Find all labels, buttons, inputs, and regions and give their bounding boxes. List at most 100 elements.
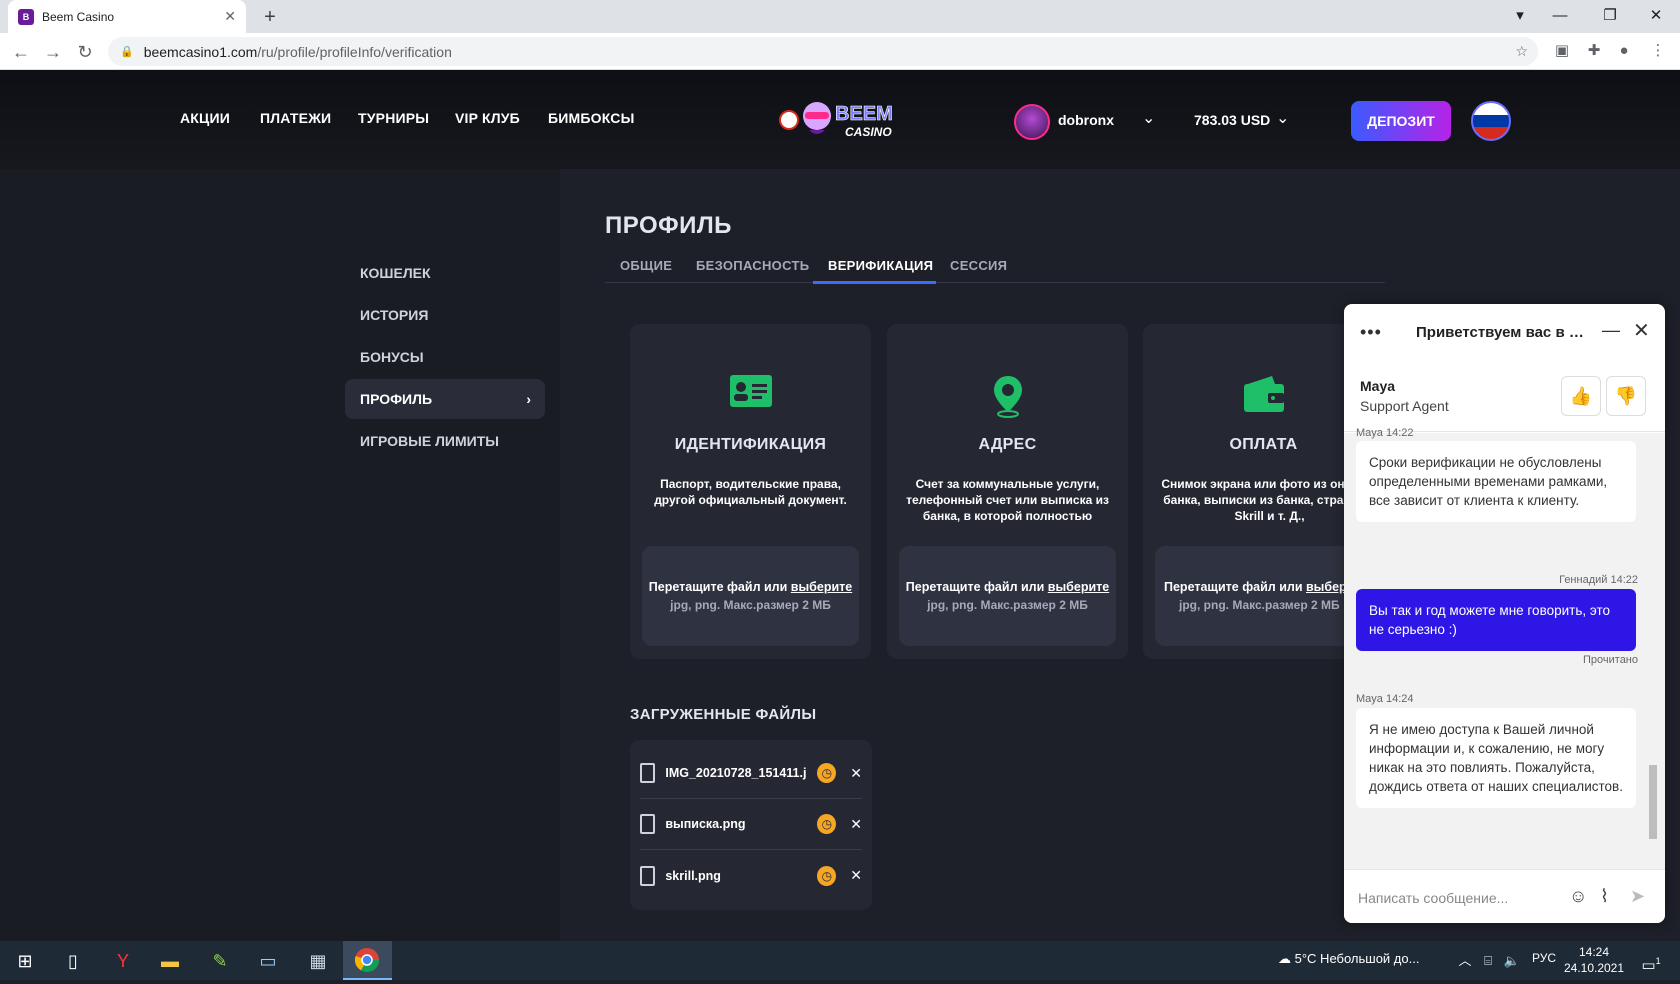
chrome-icon — [354, 948, 379, 973]
tray-chevron-up-icon[interactable]: ︿ — [1455, 948, 1475, 974]
agent-name: Maya — [1360, 378, 1396, 394]
nav-tournaments[interactable]: ТУРНИРЫ — [358, 110, 429, 126]
file-dropzone[interactable]: Перетащите файл или выберите jpg, png. М… — [642, 546, 859, 646]
message-meta: Геннадий 14:22 — [1559, 574, 1638, 586]
task-view-icon[interactable]: ▯ — [58, 948, 88, 974]
forward-arrow-icon[interactable]: → — [40, 39, 66, 65]
tab-general[interactable]: ОБЩИЕ — [620, 258, 672, 273]
avatar[interactable] — [1014, 104, 1050, 140]
restore-icon[interactable]: ❐ — [1590, 4, 1630, 28]
sidebar-item-label: ИСТОРИЯ — [360, 307, 429, 323]
thumbs-down-icon[interactable]: 👎 — [1606, 376, 1646, 416]
nav-beemboxes[interactable]: БИМБОКСЫ — [548, 110, 635, 126]
window-close-icon[interactable]: ✕ — [1636, 4, 1676, 28]
nav-vip-club[interactable]: VIP КЛУБ — [455, 110, 520, 126]
notification-count: 1 — [1655, 956, 1661, 966]
nav-payments[interactable]: ПЛАТЕЖИ — [260, 110, 331, 126]
windows-start-icon[interactable]: ⊞ — [10, 948, 40, 974]
chrome-taskbar-button[interactable] — [343, 941, 392, 980]
sidebar-item-label: БОНУСЫ — [360, 349, 424, 365]
cloud-icon: ☁ — [1278, 951, 1291, 966]
file-name: skrill.png — [665, 868, 721, 883]
clock-date: 24.10.2021 — [1563, 961, 1625, 975]
tab-verification[interactable]: ВЕРИФИКАЦИЯ — [828, 258, 933, 273]
sidebar-item-game-limits[interactable]: ИГРОВЫЕ ЛИМИТЫ — [345, 421, 545, 461]
message-meta: Maya 14:24 — [1356, 693, 1414, 705]
scrollbar-thumb[interactable] — [1649, 765, 1657, 839]
chat-input-bar: Написать сообщение... ☺ ⌇ ➤ — [1344, 869, 1665, 923]
beem-casino-logo[interactable]: BEEM CASINO — [773, 98, 909, 142]
sidebar-item-history[interactable]: ИСТОРИЯ — [345, 295, 545, 335]
emoji-icon[interactable]: ☺ — [1569, 886, 1587, 907]
volume-icon[interactable]: 🔈 — [1502, 948, 1522, 974]
tab-active-indicator — [813, 281, 936, 284]
sidebar-item-profile[interactable]: ПРОФИЛЬ › — [345, 379, 545, 419]
input-language[interactable]: РУС — [1532, 951, 1556, 965]
thumbs-up-icon[interactable]: 👍 — [1561, 376, 1601, 416]
chat-scrollbar[interactable] — [1647, 435, 1659, 867]
choose-file-link[interactable]: выберите — [1306, 580, 1344, 594]
tab-session[interactable]: СЕССИЯ — [950, 258, 1007, 273]
dropzone-text: Перетащите файл или — [1164, 580, 1303, 594]
file-dropzone[interactable]: Перетащите файл или выберите jpg, png. М… — [899, 546, 1116, 646]
paint-icon[interactable]: ✎ — [205, 948, 235, 974]
notifications-icon[interactable]: ▭1 — [1638, 948, 1664, 974]
yandex-browser-icon[interactable]: Y — [108, 948, 138, 974]
sidebar-item-label: ИГРОВЫЕ ЛИМИТЫ — [360, 433, 499, 449]
remove-file-icon[interactable]: ✕ — [850, 867, 862, 884]
tab-security[interactable]: БЕЗОПАСНОСТЬ — [696, 258, 809, 273]
choose-file-link[interactable]: выберите — [1048, 580, 1109, 594]
pending-clock-icon: ◷ — [817, 865, 837, 886]
dropzone-hint: jpg, png. Макс.размер 2 МБ — [1179, 598, 1340, 612]
page-title: ПРОФИЛЬ — [605, 212, 732, 239]
extension-icon[interactable]: ▣ — [1552, 41, 1572, 61]
browser-tab[interactable]: B Beem Casino ✕ — [8, 0, 246, 33]
message-input[interactable]: Написать сообщение... — [1358, 890, 1508, 906]
choose-file-link[interactable]: выберите — [791, 580, 852, 594]
back-arrow-icon[interactable]: ← — [8, 39, 34, 65]
more-options-icon[interactable]: ••• — [1360, 322, 1382, 343]
minimize-icon[interactable]: — — [1540, 4, 1580, 28]
reload-icon[interactable]: ↻ — [72, 39, 98, 65]
tab-search-icon[interactable]: ▾ — [1500, 4, 1540, 28]
logo-wordmark-bottom: CASINO — [845, 125, 892, 139]
russian-flag-icon[interactable] — [1471, 101, 1511, 141]
attach-paperclip-icon[interactable]: ⌇ — [1600, 886, 1609, 907]
remove-file-icon[interactable]: ✕ — [850, 765, 862, 782]
chevron-down-icon[interactable]: ⌄ — [1142, 108, 1155, 128]
card-title: АДРЕС — [978, 436, 1037, 453]
bookmark-star-icon[interactable]: ☆ — [1515, 43, 1528, 60]
username[interactable]: dobronx — [1058, 112, 1114, 128]
deposit-button[interactable]: ДЕПОЗИТ — [1351, 101, 1451, 141]
document-icon — [640, 814, 656, 834]
send-icon[interactable]: ➤ — [1630, 886, 1645, 907]
remove-file-icon[interactable]: ✕ — [850, 816, 862, 833]
uploaded-files-list: IMG_20210728_151411.jpg ◷ ✕ выписка.png … — [630, 740, 872, 910]
sidebar-item-wallet[interactable]: КОШЕЛЕК — [345, 253, 545, 293]
minimize-chat-icon[interactable]: — — [1602, 320, 1620, 341]
file-dropzone[interactable]: Перетащите файл или выберите jpg, png. М… — [1155, 546, 1344, 646]
weather-widget[interactable]: ☁ 5°C Небольшой до... — [1278, 951, 1419, 967]
balance[interactable]: 783.03 USD — [1194, 112, 1270, 128]
dropzone-text: Перетащите файл или — [648, 580, 788, 594]
sidebar-item-label: КОШЕЛЕК — [360, 265, 431, 281]
location-pin-icon — [887, 374, 1128, 420]
sidebar-item-bonuses[interactable]: БОНУСЫ — [345, 337, 545, 377]
tab-close-icon[interactable]: ✕ — [224, 8, 236, 25]
chevron-down-icon[interactable]: ⌄ — [1276, 108, 1289, 128]
calculator-icon[interactable]: ▦ — [303, 948, 333, 974]
nav-promotions[interactable]: АКЦИИ — [180, 110, 230, 126]
list-item: выписка.png ◷ ✕ — [640, 799, 862, 850]
verification-card-payment: ОПЛАТА Снимок экрана или фото из онлайн-… — [1143, 324, 1378, 659]
menu-kebab-icon[interactable]: ⋮ — [1648, 41, 1668, 61]
profile-icon[interactable]: ● — [1614, 41, 1634, 61]
puzzle-icon[interactable]: ✚ — [1584, 41, 1604, 61]
site-favicon-icon: B — [18, 8, 34, 25]
remote-desktop-icon[interactable]: ▭ — [253, 948, 283, 974]
file-explorer-icon[interactable]: ▬ — [155, 948, 185, 974]
network-icon[interactable]: ⌸ — [1478, 948, 1498, 974]
system-clock[interactable]: 14:24 24.10.2021 — [1562, 944, 1626, 976]
address-bar[interactable]: 🔒 beemcasino1.com/ru/profile/profileInfo… — [108, 37, 1538, 66]
new-tab-button[interactable]: + — [258, 6, 282, 28]
close-chat-icon[interactable]: ✕ — [1633, 318, 1650, 343]
